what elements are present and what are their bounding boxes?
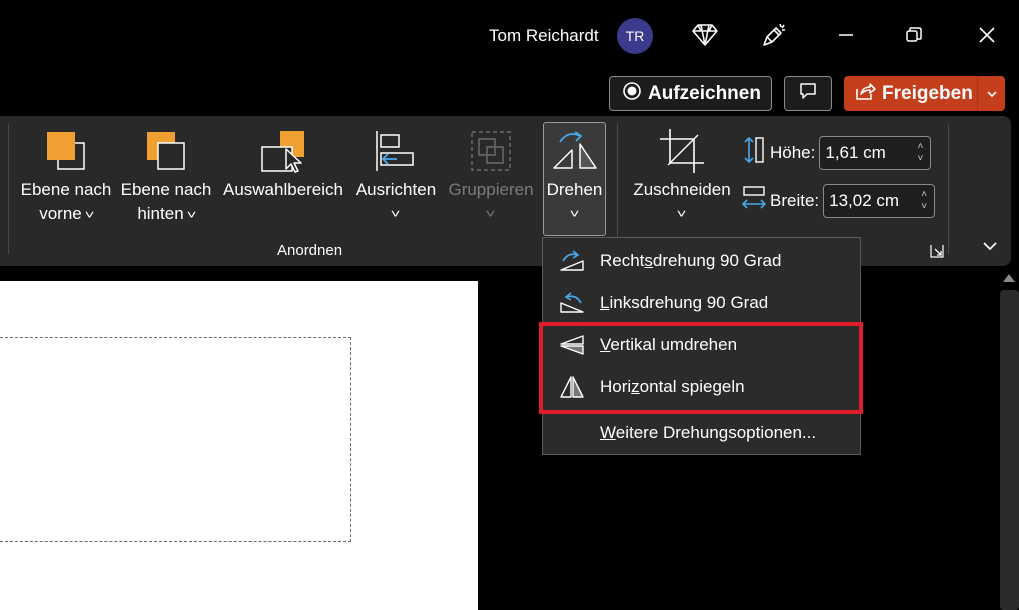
- width-row: Breite: 13,02 cm ˄ ˅: [741, 183, 936, 218]
- height-spinner[interactable]: ˄ ˅: [910, 141, 930, 165]
- close-icon[interactable]: [973, 20, 1001, 50]
- width-spinner[interactable]: ˄ ˅: [914, 189, 934, 213]
- align-button[interactable]: Ausrichten ˅: [352, 124, 440, 226]
- chevron-down-icon: [986, 85, 998, 103]
- spin-down-icon[interactable]: ˅: [917, 153, 923, 165]
- ribbon-divider: [8, 124, 9, 254]
- width-input[interactable]: 13,02 cm ˄ ˅: [823, 183, 936, 218]
- comment-icon: [798, 81, 818, 106]
- bring-forward-label-2: vorne: [39, 204, 82, 223]
- ribbon-divider: [948, 124, 949, 254]
- chevron-down-icon: ˅: [486, 207, 496, 221]
- group-icon: [468, 124, 514, 178]
- ribbon-divider: [617, 124, 618, 254]
- width-label: Breite:: [770, 190, 820, 210]
- group-label-arrange: Anordnen: [277, 242, 343, 259]
- comments-button[interactable]: [784, 76, 832, 111]
- bring-forward-icon: [42, 124, 90, 178]
- spin-up-icon[interactable]: ˄: [917, 141, 923, 153]
- record-icon: [622, 81, 642, 106]
- crop-icon: [658, 124, 706, 178]
- menu-item-more-rotation-options[interactable]: Weitere Drehungsoptionen...: [543, 412, 860, 454]
- selection-pane-button[interactable]: Auswahlbereich: [220, 124, 346, 202]
- group-label: Gruppieren: [448, 180, 534, 199]
- chevron-down-icon: ˅: [391, 207, 401, 221]
- send-backward-label-2: hinten: [137, 204, 184, 223]
- selection-pane-icon: [258, 124, 308, 178]
- send-backward-button[interactable]: Ebene nach hinten ˅: [118, 124, 214, 227]
- selection-pane-label: Auswahlbereich: [222, 180, 343, 199]
- diamond-icon[interactable]: [691, 20, 719, 50]
- width-icon: [741, 183, 767, 218]
- pen-sparkle-icon[interactable]: [760, 20, 788, 50]
- height-icon: [742, 135, 766, 170]
- minimize-icon[interactable]: [832, 20, 860, 50]
- avatar[interactable]: TR: [617, 18, 653, 54]
- bring-forward-button[interactable]: Ebene nach vorne ˅: [18, 124, 114, 227]
- rotate-left-icon: [543, 291, 600, 315]
- menu-item-rotate-left[interactable]: Linksdrehung 90 Grad: [543, 282, 860, 324]
- collapse-ribbon-icon[interactable]: [980, 236, 1000, 256]
- send-backward-icon: [142, 124, 190, 178]
- rotate-button[interactable]: Drehen ˅: [543, 124, 606, 226]
- menu-item-label: Weitere Drehungsoptionen...: [600, 423, 817, 442]
- crop-label: Zuschneiden: [633, 180, 731, 199]
- share-dropdown[interactable]: [978, 85, 1005, 103]
- chevron-down-icon: ˅: [569, 207, 580, 221]
- align-icon: [373, 124, 419, 178]
- rotate-label: Drehen: [546, 180, 603, 199]
- crop-button[interactable]: Zuschneiden ˅: [628, 124, 736, 226]
- share-icon: [854, 81, 876, 106]
- width-value: 13,02 cm: [829, 190, 900, 210]
- highlight-box: [539, 322, 863, 414]
- chevron-down-icon: ˅: [84, 208, 95, 222]
- menu-item-label: Linksdrehung 90 Grad: [600, 293, 769, 312]
- scrollbar-track[interactable]: [1000, 290, 1019, 610]
- dialog-launcher-icon[interactable]: [930, 244, 944, 258]
- menu-item-rotate-right[interactable]: Rechtsdrehung 90 Grad: [543, 240, 860, 282]
- spin-down-icon[interactable]: ˅: [921, 201, 927, 213]
- share-label: Freigeben: [882, 82, 973, 104]
- align-label: Ausrichten: [355, 180, 437, 199]
- height-row: Höhe: 1,61 cm ˄ ˅: [742, 135, 932, 170]
- user-name[interactable]: Tom Reichardt: [489, 26, 599, 46]
- height-value: 1,61 cm: [825, 142, 886, 162]
- title-bar: Tom Reichardt TR: [0, 0, 1019, 70]
- height-label: Höhe:: [770, 142, 816, 162]
- rotate-right-icon: [543, 249, 600, 273]
- chevron-down-icon: ˅: [186, 208, 197, 222]
- height-input[interactable]: 1,61 cm ˄ ˅: [819, 135, 932, 170]
- rotate-icon: [550, 124, 600, 178]
- record-label: Aufzeichnen: [648, 82, 761, 104]
- menu-item-label: Rechtsdrehung 90 Grad: [600, 251, 782, 270]
- text-placeholder[interactable]: [0, 337, 351, 542]
- share-main[interactable]: Freigeben: [844, 76, 977, 111]
- spin-up-icon[interactable]: ˄: [921, 189, 927, 201]
- send-backward-label: Ebene nach: [120, 180, 212, 199]
- bring-forward-label: Ebene nach: [20, 180, 112, 199]
- restore-icon[interactable]: [900, 20, 928, 50]
- scroll-up-arrow-icon[interactable]: [1003, 274, 1015, 282]
- chevron-down-icon: ˅: [677, 207, 687, 221]
- record-button[interactable]: Aufzeichnen: [609, 76, 772, 111]
- share-button[interactable]: Freigeben: [844, 76, 1005, 111]
- group-button[interactable]: Gruppieren ˅: [446, 124, 536, 226]
